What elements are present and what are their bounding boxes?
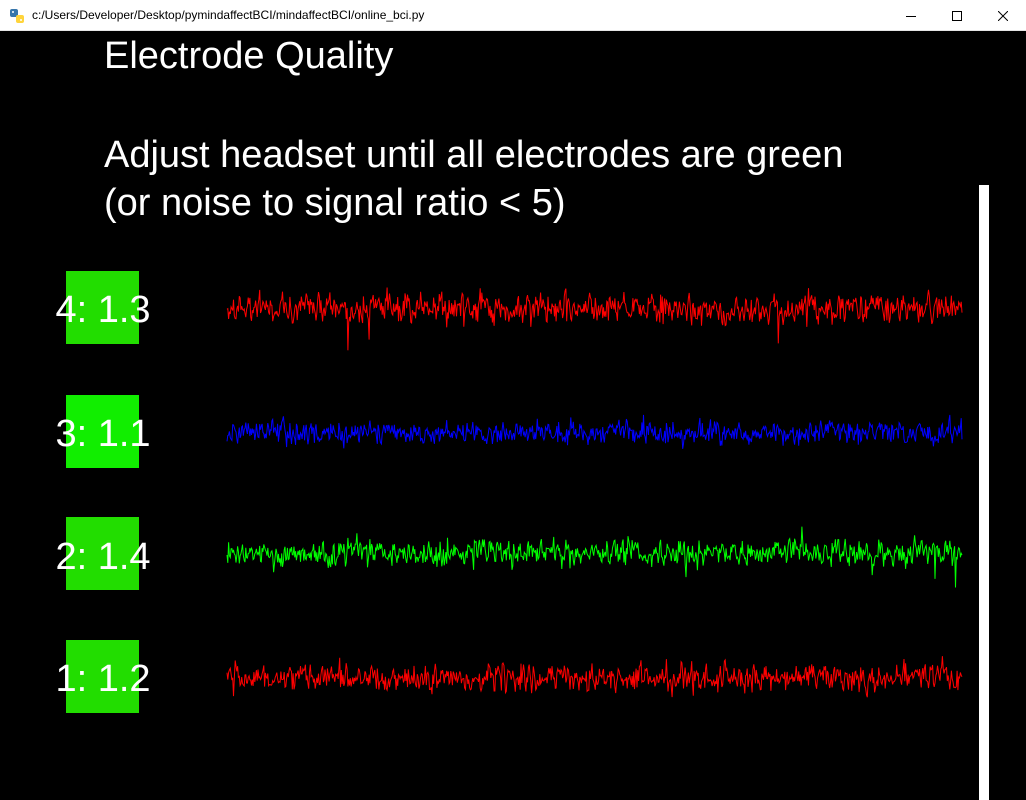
channel-2-trace: [226, 526, 963, 588]
channel-4-label: 4: 1.3: [55, 289, 151, 331]
scrollbar[interactable]: [979, 185, 989, 800]
channel-1-trace: [226, 656, 963, 698]
channel-4-trace: [226, 287, 963, 351]
channel-3-label: 3: 1.1: [55, 413, 151, 455]
channel-3-trace: [226, 414, 963, 449]
channel-1-label: 1: 1.2: [55, 658, 151, 700]
channel-2-label: 2: 1.4: [55, 536, 151, 578]
